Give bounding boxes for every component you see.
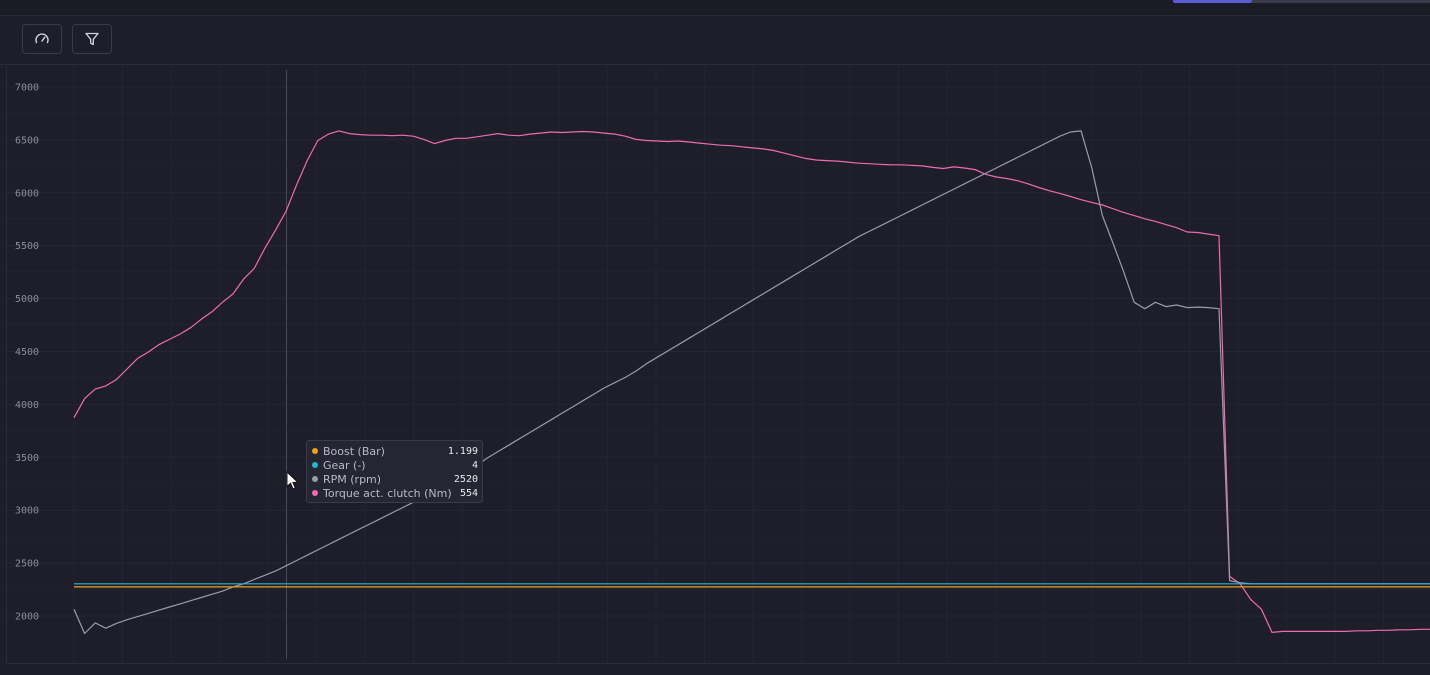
chart-toolbar	[0, 16, 1430, 65]
series-line-rpm-rpm[interactable]	[73, 130, 1430, 635]
tooltip-row-gear: Gear (-) 4	[312, 458, 478, 472]
y-tick-label: 6000	[15, 188, 39, 199]
filter-icon	[85, 32, 99, 46]
tab-indicator[interactable]	[1252, 0, 1430, 3]
y-tick-label: 3000	[15, 506, 39, 517]
y-tick-label: 5000	[15, 294, 39, 305]
grid	[7, 66, 1430, 663]
y-tick-label: 2500	[15, 559, 39, 570]
gear-legend-dot	[312, 462, 318, 468]
tooltip-label: RPM (rpm)	[323, 472, 382, 486]
tooltip-value: 2520	[453, 473, 478, 485]
y-tick-label: 3500	[15, 453, 39, 464]
top-bar	[0, 0, 1430, 16]
active-tab-indicator[interactable]	[1173, 0, 1252, 3]
tooltip-value: 4	[471, 459, 478, 471]
tooltip-row-torque: Torque act. clutch (Nm) 554	[312, 486, 478, 500]
y-tick-label: 5500	[15, 241, 39, 252]
series-line-torque-act-clutch-nm[interactable]	[73, 130, 1430, 633]
rpm-legend-dot	[312, 476, 318, 482]
data-tooltip: Boost (Bar) 1.199 Gear (-) 4 RPM (rpm) 2…	[306, 440, 483, 503]
tooltip-value: 1.199	[447, 445, 478, 457]
gauge-button[interactable]	[22, 24, 62, 54]
y-tick-label: 7000	[15, 83, 39, 94]
y-tick-label: 4500	[15, 347, 39, 358]
tooltip-label: Gear (-)	[323, 458, 366, 472]
tooltip-label: Torque act. clutch (Nm)	[323, 486, 452, 500]
series-lines[interactable]	[73, 130, 1430, 635]
torque-legend-dot	[312, 490, 318, 496]
y-axis-ticks: 2000 2500 3000 3500 4000 4500 5000 5500 6000 6500…	[15, 83, 39, 623]
tooltip-row-rpm: RPM (rpm) 2520	[312, 472, 478, 486]
tooltip-label: Boost (Bar)	[323, 444, 385, 458]
filter-button[interactable]	[72, 24, 112, 54]
boost-legend-dot	[312, 448, 318, 454]
gauge-icon	[35, 33, 49, 44]
tooltip-row-boost: Boost (Bar) 1.199	[312, 444, 478, 458]
y-tick-label: 4000	[15, 400, 39, 411]
line-chart[interactable]: 2000 2500 3000 3500 4000 4500 5000 5500 6000 6500…	[7, 66, 1430, 663]
y-tick-label: 2000	[15, 612, 39, 623]
tooltip-value: 554	[459, 487, 478, 499]
y-tick-label: 6500	[15, 135, 39, 146]
mouse-pointer-icon	[286, 471, 300, 490]
plot-area[interactable]: 2000 2500 3000 3500 4000 4500 5000 5500 6000 6500…	[6, 66, 1430, 664]
